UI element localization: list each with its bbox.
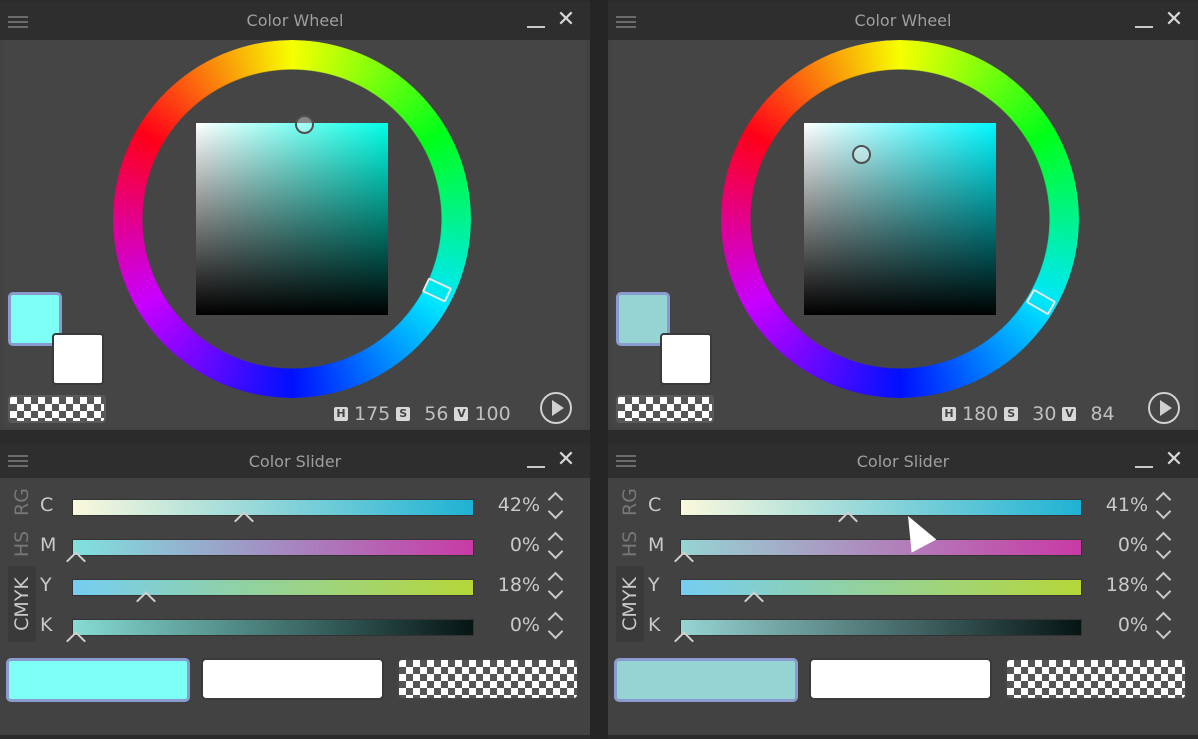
saturation-value[interactable]: 56 <box>424 403 448 425</box>
hsv-badge-icon: H <box>334 407 348 421</box>
saturation-value-square[interactable] <box>804 123 996 315</box>
sub-color-swatch[interactable] <box>201 658 384 700</box>
slider-label: M <box>40 534 57 556</box>
right-panel-group: Color Wheel ✕ H 180 S 30 V 84 Color Slid… <box>608 0 1198 739</box>
color-slider-panel: Color Slider ✕ RG HS CMYK C 42% M 0% Y 1… <box>0 444 590 735</box>
slider-value[interactable]: 42% <box>480 494 540 516</box>
saturation-value[interactable]: 30 <box>1032 403 1056 425</box>
yellow-slider-track[interactable] <box>72 579 474 596</box>
hsv-badge-icon: V <box>1062 407 1077 421</box>
transparent-color-swatch[interactable] <box>1005 658 1187 700</box>
tab-cmyk[interactable]: CMYK <box>8 566 36 642</box>
slider-label: K <box>648 614 661 636</box>
updown-icon[interactable] <box>547 610 565 640</box>
tab-hsv[interactable]: HS <box>616 524 644 564</box>
sv-shade <box>196 123 388 315</box>
color-slider-panel: Color Slider ✕ RG HS CMYK C 41% M 0% Y 1… <box>608 444 1198 735</box>
panel-title: Color Slider <box>856 452 950 471</box>
hsv-badge-icon: S <box>1004 407 1019 421</box>
play-icon[interactable] <box>1148 392 1180 424</box>
slider-value[interactable]: 0% <box>1088 534 1148 556</box>
minimize-icon[interactable] <box>1135 466 1153 468</box>
color-wheel-titlebar[interactable]: Color Wheel ✕ <box>608 2 1198 40</box>
hsv-readout: H 180 S 30 V 84 <box>942 402 1115 426</box>
magenta-slider-track[interactable] <box>72 539 474 556</box>
updown-icon[interactable] <box>1155 530 1173 560</box>
sv-picker-handle[interactable] <box>295 115 314 134</box>
hsv-readout: H 175 S 56 V 100 <box>334 402 511 426</box>
transparent-color-swatch[interactable] <box>8 395 106 423</box>
color-wheel-panel: Color Wheel ✕ H 175 S 56 V 100 <box>0 2 590 430</box>
updown-icon[interactable] <box>547 490 565 520</box>
tab-cmyk[interactable]: CMYK <box>616 566 644 642</box>
main-color-swatch[interactable] <box>614 658 798 702</box>
tab-rgb[interactable]: RG <box>616 482 644 522</box>
updown-icon[interactable] <box>1155 570 1173 600</box>
tab-rgb[interactable]: RG <box>8 482 36 522</box>
minimize-icon[interactable] <box>527 26 545 28</box>
slider-value[interactable]: 18% <box>480 574 540 596</box>
transparent-color-swatch[interactable] <box>397 658 579 700</box>
slider-value[interactable]: 0% <box>480 534 540 556</box>
hue-value[interactable]: 180 <box>962 403 998 425</box>
panel-title: Color Wheel <box>854 11 952 30</box>
sub-color-swatch[interactable] <box>660 333 712 385</box>
slider-label: Y <box>40 574 52 596</box>
updown-icon[interactable] <box>547 530 565 560</box>
slider-label: C <box>648 494 662 516</box>
left-panel-group: Color Wheel ✕ H 175 S 56 V 100 Color Sli… <box>0 0 590 739</box>
close-icon[interactable]: ✕ <box>1164 449 1184 471</box>
color-wheel-panel: Color Wheel ✕ H 180 S 30 V 84 <box>608 2 1198 430</box>
updown-icon[interactable] <box>547 570 565 600</box>
slider-value[interactable]: 18% <box>1088 574 1148 596</box>
slider-label: C <box>40 494 54 516</box>
color-slider-titlebar[interactable]: Color Slider ✕ <box>0 444 590 478</box>
color-wheel-body: H 175 S 56 V 100 <box>4 40 586 428</box>
magenta-slider-track[interactable] <box>680 539 1082 556</box>
sv-picker-handle[interactable] <box>852 145 871 164</box>
hsv-badge-icon: V <box>454 407 469 421</box>
slider-label: Y <box>648 574 660 596</box>
panel-title: Color Wheel <box>246 11 344 30</box>
sub-color-swatch[interactable] <box>809 658 992 700</box>
panel-title: Color Slider <box>248 452 342 471</box>
slider-value[interactable]: 0% <box>1088 614 1148 636</box>
slider-label: M <box>648 534 665 556</box>
minimize-icon[interactable] <box>527 466 545 468</box>
close-icon[interactable]: ✕ <box>1164 9 1184 31</box>
slider-mode-tabs: RG HS CMYK <box>616 482 644 642</box>
saturation-value-square[interactable] <box>196 123 388 315</box>
black-slider-track[interactable] <box>72 619 474 636</box>
close-icon[interactable]: ✕ <box>556 449 576 471</box>
cyan-slider-track[interactable] <box>680 499 1082 516</box>
play-icon[interactable] <box>540 392 572 424</box>
color-slider-titlebar[interactable]: Color Slider ✕ <box>608 444 1198 478</box>
updown-icon[interactable] <box>1155 610 1173 640</box>
value-value[interactable]: 84 <box>1090 403 1114 425</box>
sub-color-swatch[interactable] <box>52 333 104 385</box>
transparent-color-swatch[interactable] <box>616 395 714 423</box>
color-wheel-titlebar[interactable]: Color Wheel ✕ <box>0 2 590 40</box>
yellow-slider-track[interactable] <box>680 579 1082 596</box>
hsv-badge-icon: S <box>396 407 411 421</box>
minimize-icon[interactable] <box>1135 26 1153 28</box>
updown-icon[interactable] <box>1155 490 1173 520</box>
slider-value[interactable]: 0% <box>480 614 540 636</box>
value-value[interactable]: 100 <box>474 403 510 425</box>
main-color-swatch[interactable] <box>6 658 190 702</box>
tab-hsv[interactable]: HS <box>8 524 36 564</box>
close-icon[interactable]: ✕ <box>556 9 576 31</box>
sv-shade <box>804 123 996 315</box>
color-wheel-body: H 180 S 30 V 84 <box>612 40 1194 428</box>
black-slider-track[interactable] <box>680 619 1082 636</box>
hue-value[interactable]: 175 <box>354 403 390 425</box>
slider-label: K <box>40 614 53 636</box>
cyan-slider-track[interactable] <box>72 499 474 516</box>
slider-mode-tabs: RG HS CMYK <box>8 482 36 642</box>
hsv-badge-icon: H <box>942 407 956 421</box>
slider-value[interactable]: 41% <box>1088 494 1148 516</box>
